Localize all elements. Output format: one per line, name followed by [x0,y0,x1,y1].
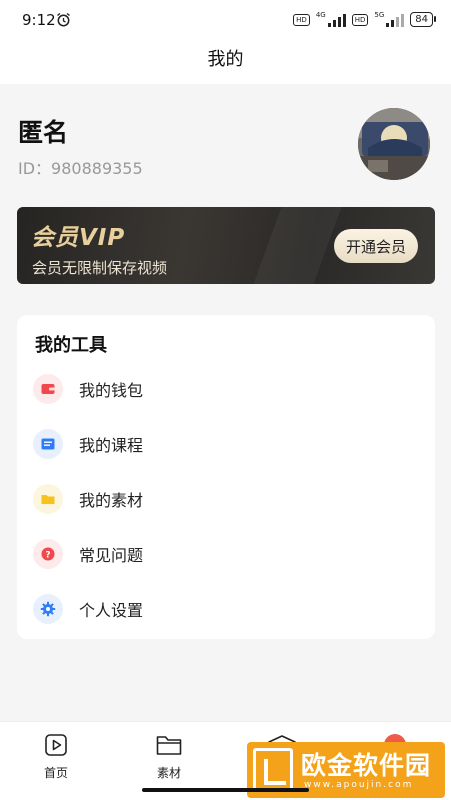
vip-subtitle: 会员无限制保存视频 [32,259,168,277]
signal-icon-2 [386,13,405,27]
tool-item-courses[interactable]: 我的课程 [17,419,435,469]
tool-label: 常见问题 [79,546,144,565]
user-name: 匿名 [18,118,69,147]
user-id: ID：980889355 [18,159,143,178]
watermark-text: 欧金软件园 [301,751,432,780]
watermark-url: www.apoujin.com [304,780,414,790]
my-tools-card: 我的工具 我的钱包 我的课程 我的素材 ? 常见问题 个人设置 [17,315,435,639]
tool-label: 个人设置 [79,601,144,620]
tab-materials-label: 素材 [156,766,181,780]
question-icon: ? [33,539,63,569]
title-bar: 我的 [0,42,451,84]
vip-title: 会员VIP [31,225,126,251]
status-bar: 9:12 HD 4G HD 5G 84 [0,0,451,42]
watermark-icon [253,748,293,792]
open-membership-button[interactable]: 开通会员 [334,229,418,263]
alarm-icon [56,12,71,31]
avatar[interactable] [358,108,430,180]
wallet-icon [33,374,63,404]
tool-label: 我的素材 [79,491,144,510]
hd-badge: HD [293,13,310,26]
vip-banner[interactable]: 会员VIP 会员无限制保存视频 开通会员 [17,207,435,284]
home-play-icon [45,734,67,756]
signal-icon [327,13,346,27]
tab-materials[interactable]: 素材 [134,732,204,781]
network-label-1: 4G [315,10,326,19]
status-icons: HD 4G HD 5G 84 [293,10,436,27]
tool-label: 我的钱包 [79,381,144,400]
tool-item-settings[interactable]: 个人设置 [17,584,435,634]
status-time: 9:12 [22,11,56,29]
tool-item-faq[interactable]: ? 常见问题 [17,529,435,579]
course-icon [33,429,63,459]
tools-title: 我的工具 [35,335,107,356]
tool-item-wallet[interactable]: 我的钱包 [17,364,435,414]
hd-badge-2: HD [351,13,369,26]
network-label-2: 5G [374,10,385,19]
page-title: 我的 [207,49,244,70]
svg-text:?: ? [45,551,50,561]
battery-icon: 84 [410,12,436,27]
gear-icon [33,594,63,624]
tab-home[interactable]: 首页 [21,732,91,781]
folder-icon [156,736,182,755]
folder-icon [33,484,63,514]
tab-home-label: 首页 [43,766,68,780]
home-indicator[interactable] [142,788,309,792]
tool-item-materials[interactable]: 我的素材 [17,474,435,524]
tool-label: 我的课程 [79,436,144,455]
